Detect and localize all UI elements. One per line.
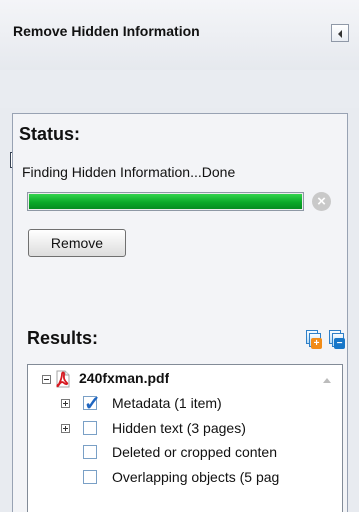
collapse-tree-icon[interactable] (42, 375, 51, 384)
metadata-checkbox[interactable]: ✓ (83, 394, 101, 414)
pane-header: Remove Hidden Information (0, 0, 359, 71)
deleted-cropped-checkbox[interactable] (83, 445, 97, 459)
hidden-text-label: Hidden text (3 pages) (112, 420, 246, 436)
remove-button[interactable]: Remove (28, 229, 126, 257)
hidden-text-checkbox[interactable] (83, 421, 97, 435)
status-heading: Status: (19, 124, 81, 144)
status-message: Finding Hidden Information...Done (22, 164, 236, 180)
file-name: 240fxman.pdf (79, 370, 170, 386)
cancel-circle-icon[interactable]: × (312, 192, 331, 211)
tree-item-overlapping-objects[interactable]: Overlapping objects (5 pag (61, 468, 315, 488)
scroll-up-arrow-icon[interactable] (323, 378, 331, 383)
expand-tree-icon[interactable] (61, 424, 70, 433)
tree-item-deleted-cropped[interactable]: Deleted or cropped conten (61, 443, 315, 463)
remove-hidden-information-pane: Remove Hidden Information Status: Findin… (0, 0, 359, 512)
overlapping-objects-label: Overlapping objects (5 pag (112, 469, 280, 485)
expand-all-icon[interactable]: + (302, 328, 324, 350)
collapse-all-icon[interactable]: − (325, 328, 347, 350)
tree-item-metadata[interactable]: ✓ Metadata (1 item) (61, 394, 311, 414)
progress-bar (27, 192, 304, 211)
expand-tree-icon[interactable] (61, 399, 70, 408)
tree-item-hidden-text[interactable]: Hidden text (3 pages) (61, 419, 311, 439)
results-heading: Results: (27, 328, 99, 348)
pane-title: Remove Hidden Information (13, 23, 200, 39)
tree-file-row[interactable]: 240fxman.pdf (42, 369, 312, 389)
pdf-icon (56, 370, 70, 388)
metadata-label: Metadata (1 item) (112, 395, 222, 411)
progress-fill (29, 194, 302, 209)
pane-toolbar (0, 70, 359, 168)
deleted-cropped-label: Deleted or cropped conten (112, 444, 277, 460)
overlapping-objects-checkbox[interactable] (83, 470, 97, 484)
checkmark-icon: ✓ (84, 394, 101, 414)
collapse-pane-button[interactable] (331, 24, 349, 42)
